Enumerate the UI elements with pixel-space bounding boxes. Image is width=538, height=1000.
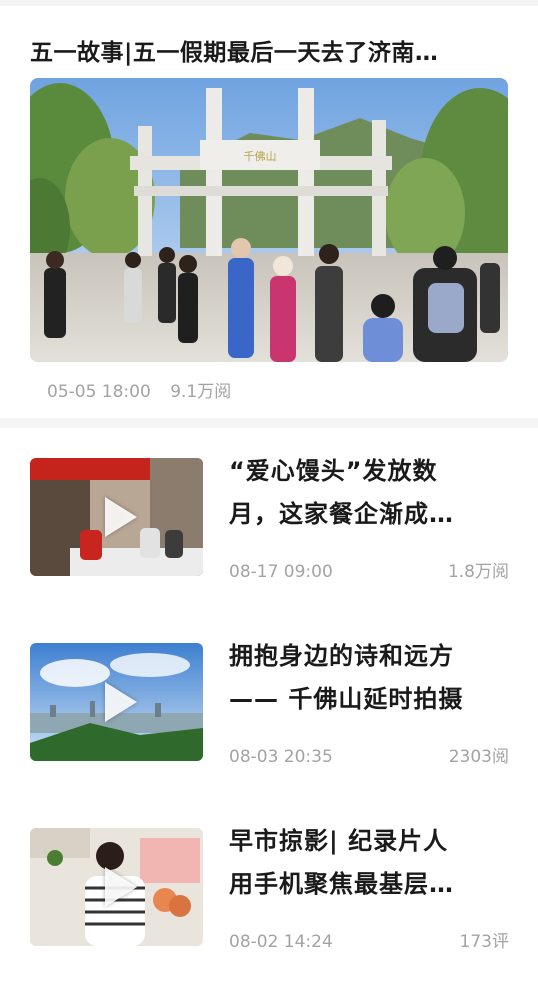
list-item-title-line: 早市掠影| 纪录片人 [229,827,449,855]
list-item-title[interactable]: 拥抱身边的诗和远方 —— 千佛山延时拍摄 [229,635,511,721]
featured-article-title[interactable]: 五一故事|五一假期最后一天去了济南… [30,36,510,70]
list-item-title-line: “爱心馒头”发放数 [229,457,438,485]
featured-article-image[interactable]: 千佛山 [30,78,508,362]
play-icon[interactable] [104,682,137,722]
list-item[interactable]: 早市掠影| 纪录片人 用手机聚焦最基层… 08-02 14:24 173评 [0,798,538,983]
list-item-date: 08-03 20:35 [229,747,333,767]
video-thumbnail[interactable] [30,828,203,946]
featured-article-meta: 05-05 18:00 9.1万阅 [47,380,245,404]
video-thumbnail[interactable] [30,643,203,761]
list-item-title-line: —— 千佛山延时拍摄 [229,685,464,713]
featured-photo-illustration: 千佛山 [30,78,508,362]
list-item-count: 2303阅 [448,747,509,767]
list-item-title-line: 拥抱身边的诗和远方 [229,642,454,670]
featured-article-card[interactable]: 五一故事|五一假期最后一天去了济南… 千佛山 05-05 18:00 9.1万阅 [0,6,538,418]
list-item-count: 1.8万阅 [447,562,509,582]
list-item-title[interactable]: “爱心馒头”发放数 月，这家餐企渐成… [229,450,511,536]
list-item-title[interactable]: 早市掠影| 纪录片人 用手机聚焦最基层… [229,820,511,906]
video-thumbnail[interactable] [30,458,203,576]
list-item-date: 08-17 09:00 [229,562,333,582]
list-item-count: 173评 [459,932,509,952]
list-item-title-line: 用手机聚焦最基层… [229,870,454,898]
play-icon[interactable] [104,867,137,907]
list-item[interactable]: “爱心馒头”发放数 月，这家餐企渐成… 08-17 09:00 1.8万阅 [0,428,538,613]
news-feed: 五一故事|五一假期最后一天去了济南… 千佛山 05-05 18:00 9.1万阅… [0,0,538,1000]
section-divider [0,418,538,428]
gate-sign-text: 千佛山 [244,150,277,163]
list-item[interactable]: 拥抱身边的诗和远方 —— 千佛山延时拍摄 08-03 20:35 2303阅 [0,613,538,798]
list-item-date: 08-02 14:24 [229,932,333,952]
list-item-title-line: 月，这家餐企渐成… [229,500,454,528]
featured-article-date: 05-05 18:00 [47,382,151,402]
play-icon[interactable] [104,497,137,537]
featured-article-views: 9.1万阅 [170,382,232,402]
